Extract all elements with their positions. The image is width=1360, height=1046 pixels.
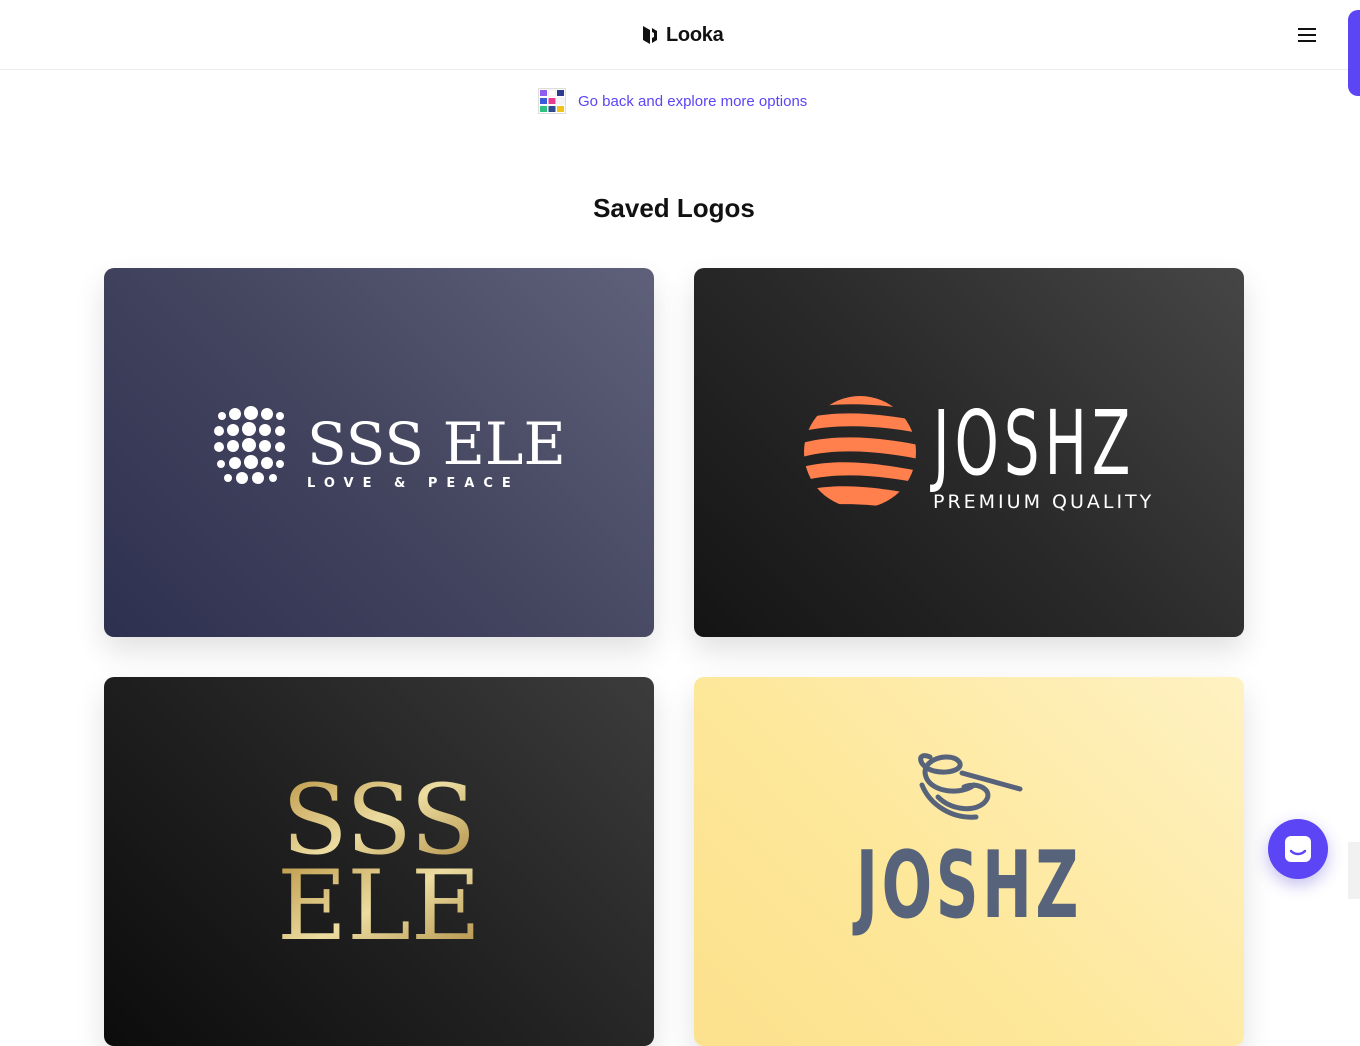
logo-grid-thumbnail-icon (538, 88, 566, 114)
hamburger-menu-button[interactable] (1292, 21, 1322, 49)
logo-tagline: LOVE & PEACE (307, 476, 520, 491)
chat-icon (1285, 836, 1311, 862)
hamburger-icon (1298, 28, 1316, 42)
page-title: Saved Logos (593, 193, 755, 223)
intercom-chat-button[interactable] (1268, 819, 1328, 879)
saved-logo-card-joshz-yellow[interactable]: JOSHZ (694, 677, 1244, 1046)
logo-name: SSS ELE (307, 410, 566, 478)
back-link-text: Go back and explore more options (578, 92, 808, 110)
dots-pattern-icon (214, 406, 285, 484)
brand-name: Looka (666, 23, 724, 46)
saved-logo-card-joshz-premium[interactable]: JOSHZ PREMIUM QUALITY (694, 268, 1244, 637)
scrollbar-track[interactable] (1348, 842, 1360, 899)
side-feedback-tab[interactable] (1348, 10, 1360, 96)
looka-home-link[interactable]: Looka (640, 22, 724, 48)
striped-sphere-icon (804, 396, 916, 508)
scribble-icon (918, 753, 1023, 820)
explore-more-options-link[interactable]: Go back and explore more options (538, 88, 807, 114)
logo-tagline: PREMIUM QUALITY (933, 491, 1154, 513)
saved-logo-card-sss-ele-gold[interactable]: SSS ELE (104, 677, 654, 1046)
logo-name-line-2: ELE (277, 850, 481, 962)
logo-name: JOSHZ (852, 833, 1082, 940)
logo-name: JOSHZ (930, 391, 1135, 495)
saved-logo-card-sss-ele[interactable]: SSS ELE LOVE & PEACE (104, 268, 654, 637)
top-navigation-bar: Looka (0, 0, 1360, 70)
looka-logo-icon (643, 26, 657, 44)
